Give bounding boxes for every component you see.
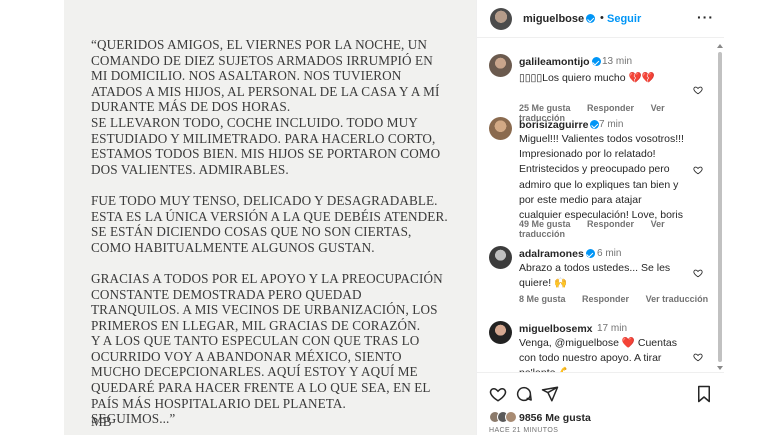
comment-time: 7 min: [599, 119, 624, 130]
comment-username[interactable]: borisizaguirre: [519, 119, 600, 131]
avatar: [505, 411, 517, 423]
comment-username[interactable]: miguelbosemx: [519, 323, 593, 335]
comment-likes[interactable]: 49 Me gusta: [519, 219, 571, 229]
comment-username[interactable]: adalramones: [519, 248, 595, 260]
likes-number[interactable]: 9856: [519, 412, 542, 424]
comment-username-label[interactable]: borisizaguirre: [519, 119, 588, 131]
comment-icon[interactable]: [515, 385, 533, 403]
scroll-up-arrow[interactable]: [717, 44, 723, 48]
post-actions: 9856 Me gusta HACE 21 MINUTOS: [477, 372, 725, 435]
statement-paragraph: GRACIAS A TODOS POR EL APOYO Y LA PREOCU…: [91, 270, 443, 333]
comment-username-label[interactable]: galileamontijo: [519, 56, 590, 68]
signature: MB: [91, 414, 112, 429]
comment-username-label[interactable]: miguelbosemx: [519, 323, 593, 335]
avatar[interactable]: [489, 117, 512, 140]
heart-icon[interactable]: [693, 268, 703, 278]
reply-button[interactable]: Responder: [587, 219, 634, 229]
comment-time: 13 min: [602, 56, 633, 67]
heart-icon[interactable]: [693, 352, 703, 362]
header-username-label[interactable]: miguelbose: [523, 13, 584, 25]
comment-text: ▯▯▯▯Los quiero mucho 💔💔: [519, 72, 655, 84]
comments-list: galileamontijo 13 min ▯▯▯▯Los quiero muc…: [477, 38, 725, 372]
statement-paragraph: SE LLEVARON TODO, COCHE INCLUIDO. TODO M…: [91, 114, 441, 177]
scroll-down-arrow[interactable]: [717, 366, 723, 370]
scrollbar-thumb[interactable]: [718, 52, 722, 362]
post-header: miguelbose • Seguir ···: [477, 0, 725, 38]
comment-text: Abrazo a todos ustedes... Se les quiere!…: [519, 262, 671, 290]
comment-text: Venga, @miguelbose ❤️ Cuentas con todo n…: [519, 337, 677, 372]
likes-count[interactable]: 9856 Me gusta: [519, 412, 591, 424]
comment-time: 17 min: [597, 323, 628, 334]
likes-label[interactable]: Me gusta: [545, 412, 591, 424]
statement-paragraph: FUE TODO MUY TENSO, DELICADO Y DESAGRADA…: [91, 192, 448, 255]
heart-icon[interactable]: [693, 165, 703, 175]
more-options-icon[interactable]: ···: [697, 9, 714, 25]
follow-button[interactable]: Seguir: [607, 13, 641, 25]
right-margin: [724, 0, 768, 435]
share-icon[interactable]: [541, 385, 559, 403]
heart-icon[interactable]: [693, 85, 703, 95]
post-image: “QUERIDOS AMIGOS, EL VIERNES POR LA NOCH…: [64, 0, 476, 435]
comment-username-label[interactable]: adalramones: [519, 248, 584, 260]
bookmark-icon[interactable]: [695, 385, 713, 403]
verified-icon: [585, 249, 595, 258]
reply-button[interactable]: Responder: [582, 294, 629, 304]
verified-icon: [591, 57, 601, 66]
comment-likes[interactable]: 8 Me gusta: [519, 294, 566, 304]
translation-button[interactable]: Ver traducción: [646, 294, 709, 304]
comment-meta: 8 Me gusta Responder Ver traducción: [519, 294, 722, 304]
avatar[interactable]: [489, 321, 512, 344]
heart-icon[interactable]: [489, 385, 507, 403]
comment-time: 6 min: [597, 248, 622, 259]
comment-username[interactable]: galileamontijo: [519, 56, 601, 68]
statement-paragraph: SEGUIMOS...”: [91, 411, 176, 427]
statement-paragraph: “QUERIDOS AMIGOS, EL VIERNES POR LA NOCH…: [91, 37, 440, 115]
avatar[interactable]: [489, 54, 512, 77]
statement-text: “QUERIDOS AMIGOS, EL VIERNES POR LA NOCH…: [91, 37, 451, 435]
verified-icon: [586, 14, 596, 23]
comment-text: Miguel!!! Valientes todos vosotros!!! Im…: [519, 133, 684, 222]
post-side-panel: miguelbose • Seguir ··· galileamontijo 1…: [476, 0, 725, 435]
post-timestamp: HACE 21 MINUTOS: [489, 427, 559, 434]
statement-paragraph: Y A LOS QUE TANTO ESPECULAN CON QUE TRAS…: [91, 333, 431, 411]
comment-likes[interactable]: 25 Me gusta: [519, 103, 571, 113]
reply-button[interactable]: Responder: [587, 103, 634, 113]
left-margin: [0, 0, 64, 435]
avatar[interactable]: [490, 8, 512, 30]
separator-dot: •: [600, 12, 604, 24]
header-username[interactable]: miguelbose: [523, 13, 596, 25]
comment-meta: 49 Me gusta Responder Ver traducción: [519, 219, 725, 239]
avatar[interactable]: [489, 246, 512, 269]
